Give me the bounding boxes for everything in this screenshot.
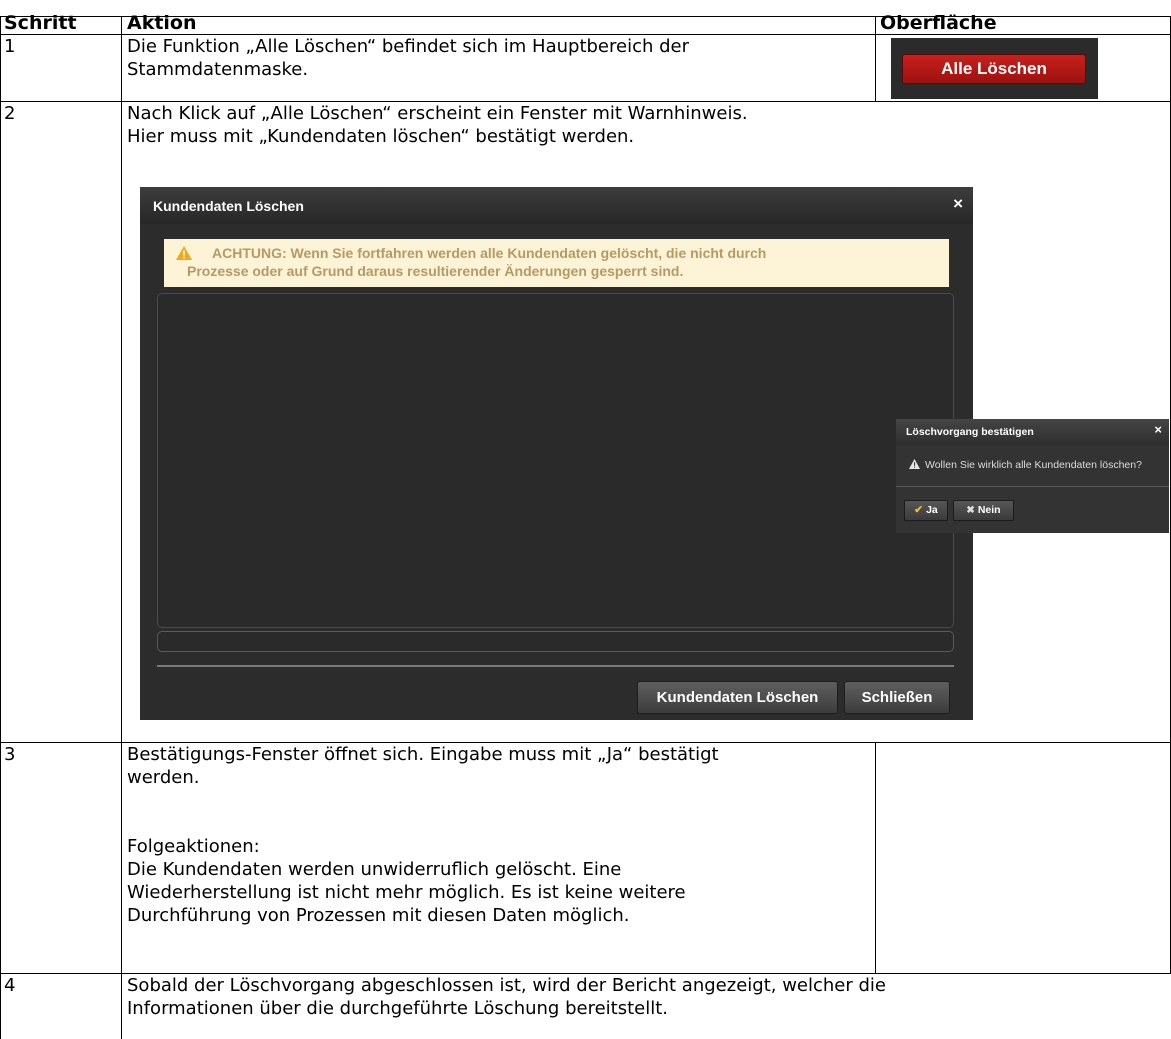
- warning-box: ACHTUNG: Wenn Sie fortfahren werden alle…: [164, 239, 949, 287]
- confirm-message: Wollen Sie wirklich alle Kundendaten lös…: [909, 459, 1142, 471]
- header-schritt: Schritt: [4, 12, 77, 34]
- column-divider: [121, 16, 122, 1039]
- action-text-line: Informationen über die durchgeführte Lös…: [127, 998, 669, 1019]
- followup-text-line: Wiederherstellung ist nicht mehr möglich…: [127, 882, 686, 903]
- followup-heading: Folgeaktionen:: [127, 836, 260, 857]
- action-text-line: werden.: [127, 767, 200, 788]
- schliessen-button[interactable]: Schließen: [844, 681, 950, 714]
- action-text-line: Sobald der Löschvorgang abgeschlossen is…: [127, 975, 886, 996]
- kundendaten-loeschen-dialog: Kundendaten Löschen × ACHTUNG: Wenn Sie …: [140, 187, 973, 720]
- header-oberflaeche: Oberfläche: [880, 12, 997, 34]
- column-divider: [875, 742, 876, 974]
- step-number: 2: [4, 103, 16, 124]
- x-icon: ✖: [966, 505, 975, 516]
- action-text-line: Die Funktion „Alle Löschen“ befindet sic…: [127, 36, 690, 57]
- header-aktion: Aktion: [127, 12, 197, 34]
- step-number: 3: [4, 744, 16, 765]
- warning-text-line: ACHTUNG: Wenn Sie fortfahren werden alle…: [212, 245, 767, 261]
- warning-triangle-icon: [176, 246, 192, 260]
- followup-text-line: Die Kundendaten werden unwiderruflich ge…: [127, 859, 622, 880]
- kundendaten-loeschen-button[interactable]: Kundendaten Löschen: [637, 681, 838, 714]
- dialog-title: Kundendaten Löschen: [153, 198, 304, 214]
- confirm-message-text: Wollen Sie wirklich alle Kundendaten lös…: [925, 459, 1142, 471]
- warning-text-line: Prozesse oder auf Grund daraus resultier…: [187, 263, 684, 279]
- warning-triangle-icon: [909, 459, 920, 469]
- action-text-line: Stammdatenmaske.: [127, 59, 309, 80]
- alle-loeschen-screenshot: Alle Löschen: [891, 38, 1098, 99]
- result-area: [157, 293, 954, 628]
- dialog-titlebar: Kundendaten Löschen ×: [140, 187, 973, 224]
- checkmark-icon: ✔: [914, 504, 924, 516]
- ja-label: Ja: [926, 504, 938, 516]
- step-number: 4: [4, 975, 16, 996]
- nein-button[interactable]: ✖ Nein: [953, 500, 1014, 521]
- progress-bar: [157, 631, 954, 652]
- close-icon[interactable]: ×: [1154, 422, 1162, 437]
- table-border-left: [0, 16, 1, 1039]
- nein-label: Nein: [977, 504, 1001, 516]
- loeschvorgang-bestaetigen-dialog: Löschvorgang bestätigen × Wollen Sie wir…: [896, 419, 1169, 533]
- action-text-line: Bestätigungs-Fenster öffnet sich. Eingab…: [127, 744, 719, 765]
- action-text-line: Hier muss mit „Kundendaten löschen“ best…: [127, 126, 635, 147]
- followup-text-line: Durchführung von Prozessen mit diesen Da…: [127, 905, 630, 926]
- close-icon[interactable]: ×: [953, 194, 963, 214]
- column-divider: [875, 16, 876, 102]
- dialog-titlebar: Löschvorgang bestätigen ×: [896, 419, 1169, 445]
- step-number: 1: [4, 36, 16, 57]
- dialog-separator: [896, 486, 1169, 487]
- dialog-title: Löschvorgang bestätigen: [906, 426, 1034, 438]
- action-text-line: Nach Klick auf „Alle Löschen“ erscheint …: [127, 103, 748, 124]
- ja-button[interactable]: ✔ Ja: [904, 500, 948, 521]
- alle-loeschen-button[interactable]: Alle Löschen: [902, 54, 1086, 84]
- dialog-separator: [157, 665, 954, 667]
